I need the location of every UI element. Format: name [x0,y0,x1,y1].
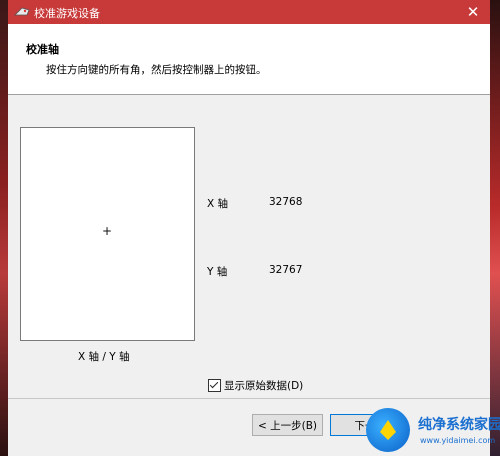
crosshair-icon: + [102,224,113,238]
close-icon: ✕ [466,3,480,21]
watermark-logo-icon [366,408,410,452]
title-bar[interactable]: 校准游戏设备 ✕ [8,0,490,24]
desktop-background-right [490,0,500,456]
show-raw-data-label: 显示原始数据(D) [224,380,304,392]
y-axis-label: Y 轴 [207,266,228,278]
wizard-header: 校准轴 按住方向键的所有角，然后按控制器上的按钮。 [8,24,490,95]
back-button[interactable]: < 上一步(B) [252,414,323,436]
page-title: 校准轴 [26,43,59,56]
y-axis-value: 32767 [269,264,303,276]
watermark-text: 纯净系统家园 [418,417,500,433]
watermark-url: www.yidaimei.com [420,436,496,445]
desktop-background-left [0,0,8,456]
axis-calibration-box: + [20,127,195,341]
window-title: 校准游戏设备 [34,7,100,20]
x-axis-label: X 轴 [207,198,229,210]
checkbox-check-icon[interactable] [208,379,221,392]
show-raw-data-checkbox[interactable]: 显示原始数据(D) [208,378,303,393]
page-instructions: 按住方向键的所有角，然后按控制器上的按钮。 [46,64,267,76]
calibration-box-label: X 轴 / Y 轴 [78,351,130,363]
site-watermark: 纯净系统家园 www.yidaimei.com [360,400,500,456]
calibration-dialog: 校准游戏设备 ✕ 校准轴 按住方向键的所有角，然后按控制器上的按钮。 + X 轴… [8,0,490,456]
x-axis-value: 32768 [269,196,303,208]
footer-divider [8,398,490,399]
joystick-icon [14,7,30,16]
close-button[interactable]: ✕ [456,0,490,24]
